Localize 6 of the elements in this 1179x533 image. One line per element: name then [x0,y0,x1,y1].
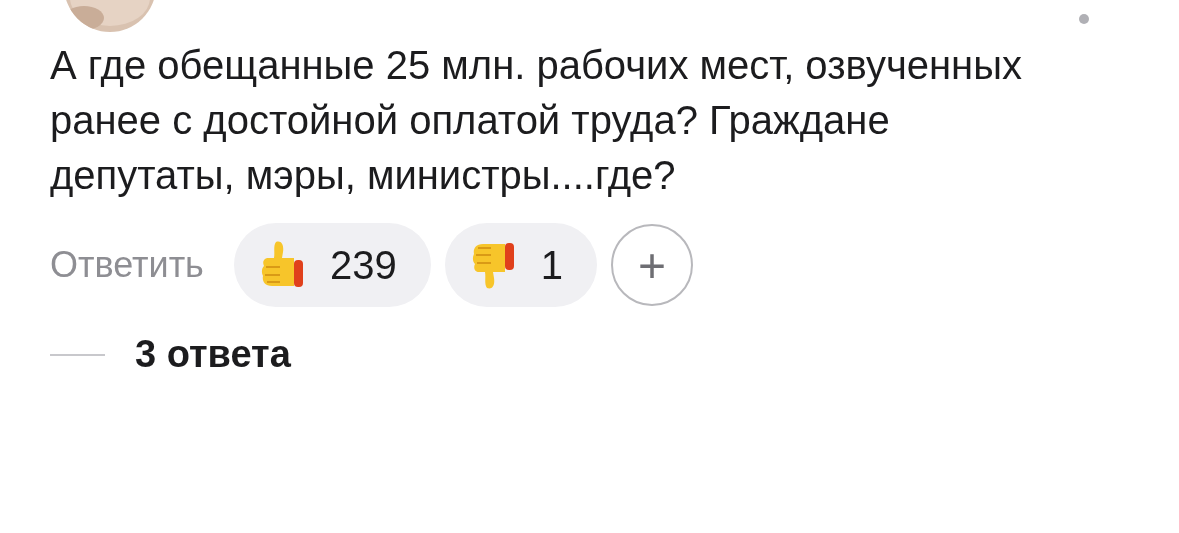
more-icon[interactable] [1079,14,1089,24]
dislike-button[interactable]: 1 [444,223,597,307]
add-reaction-button[interactable]: + [610,224,693,306]
comment-text: А где обещанные 25 млн. рабочих мест, озвученных ранее с достойной оплатой труда? Граждане депутаты, мэры, министры....где? [50,42,1023,199]
replies-link[interactable]: 3 ответа [135,333,291,376]
like-button[interactable]: 239 [233,223,431,307]
